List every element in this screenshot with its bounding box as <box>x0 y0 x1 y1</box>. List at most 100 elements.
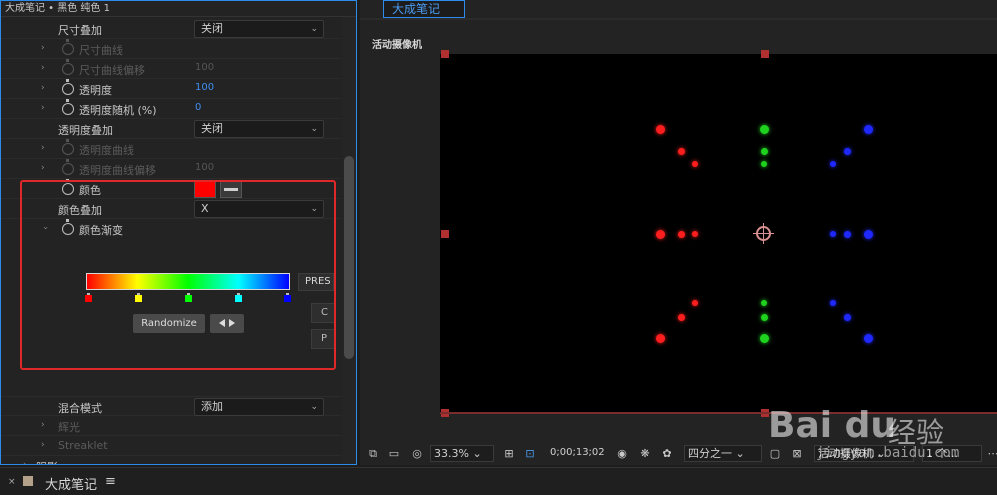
property-label: 透明度 <box>79 84 112 97</box>
chevron-down-icon: ⌄ <box>310 24 318 34</box>
region-of-interest-icon[interactable]: ⧉ <box>366 447 380 460</box>
particle-dot-blue <box>830 300 836 306</box>
opacity-random-value[interactable]: 0 <box>195 102 201 113</box>
layer-handle[interactable] <box>441 50 449 58</box>
layer-handle[interactable] <box>761 50 769 58</box>
property-label: 辉光 <box>58 421 80 434</box>
particle-dot-red <box>655 229 665 239</box>
property-label: 透明度随机 (%) <box>79 104 157 117</box>
particle-dot-blue <box>830 231 836 237</box>
chevron-down-icon: ⌄ <box>310 402 318 412</box>
timeline-footer <box>0 467 997 495</box>
property-label: 透明度曲线偏移 <box>79 164 156 177</box>
chevron-right-icon[interactable]: › <box>41 163 45 173</box>
particle-dot-blue <box>863 333 873 343</box>
watermark-url: jingyan.baidu.com <box>816 445 960 461</box>
watermark-logo: Bai du <box>768 405 897 446</box>
stopwatch-icon[interactable] <box>62 59 74 75</box>
property-row-opacity: › 透明度 100 <box>1 79 341 99</box>
particle-dot-red <box>677 147 685 155</box>
color-channel-icon[interactable]: ✿ <box>660 447 674 460</box>
resolution-dropdown[interactable]: 四分之一 ⌄ <box>684 445 762 462</box>
particle-dot-red <box>692 300 698 306</box>
property-label: 阴影 <box>36 459 58 464</box>
property-row-blend-mode: 混合模式 添加 ⌄ <box>1 396 341 416</box>
property-row-size-overlay: 尺寸叠加 关闭 ⌄ <box>1 19 341 39</box>
close-icon[interactable]: × <box>8 477 16 487</box>
property-label: 尺寸曲线偏移 <box>79 64 145 77</box>
particle-dot-green <box>761 300 767 306</box>
property-value[interactable]: 100 <box>195 162 214 173</box>
stopwatch-icon[interactable] <box>62 79 74 95</box>
property-label: Streaklet <box>58 439 108 452</box>
scrollbar-thumb[interactable] <box>344 156 354 359</box>
effect-controls-panel: 大成笔记 • 黑色 纯色 1 尺寸叠加 关闭 ⌄ › 尺寸曲线 › 尺寸曲线偏移 … <box>0 0 357 465</box>
chevron-right-icon[interactable]: › <box>23 460 27 464</box>
menu-icon[interactable]: ≡ <box>105 474 116 489</box>
particle-dot-green <box>760 313 768 321</box>
particle-dot-blue <box>863 229 873 239</box>
property-label: 混合模式 <box>58 402 102 415</box>
opacity-overlay-dropdown[interactable]: 关闭 ⌄ <box>194 120 324 138</box>
property-row-opacity-curve: › 透明度曲线 <box>1 139 341 159</box>
chevron-down-icon: ⌄ <box>310 124 318 134</box>
particle-dot-blue <box>843 147 851 155</box>
stopwatch-icon[interactable] <box>62 39 74 55</box>
opacity-value[interactable]: 100 <box>195 82 214 93</box>
chevron-right-icon[interactable]: › <box>41 63 45 73</box>
chevron-right-icon[interactable]: › <box>41 143 45 153</box>
active-camera-label: 活动摄像机 <box>372 40 422 51</box>
particle-dot-red <box>692 161 698 167</box>
chevron-right-icon[interactable]: › <box>41 103 45 113</box>
tab-divider <box>360 18 997 20</box>
fit-frame-icon[interactable]: ⊞ <box>502 447 516 460</box>
particle-dot-blue <box>843 230 851 238</box>
timeline-tab-title[interactable]: 大成笔记 <box>45 474 97 493</box>
panel-title: 大成笔记 • 黑色 纯色 1 <box>1 1 356 17</box>
stopwatch-icon[interactable] <box>62 159 74 175</box>
property-row-opacity-curve-offset: › 透明度曲线偏移 100 <box>1 159 341 179</box>
property-value[interactable]: 100 <box>195 62 214 73</box>
chevron-right-icon[interactable]: › <box>41 43 45 53</box>
timecode[interactable]: 0;00;13;02 <box>550 447 605 458</box>
property-row-glow: › 辉光 <box>1 416 341 436</box>
mask-icon[interactable]: ◎ <box>410 447 424 460</box>
chevron-right-icon[interactable]: › <box>41 440 45 450</box>
highlight-box <box>20 180 336 370</box>
particle-dot-green <box>759 333 769 343</box>
property-row-opacity-random: › 透明度随机 (%) 0 <box>1 99 341 119</box>
more-icon[interactable]: ⋯ <box>986 447 997 460</box>
property-label: 透明度曲线 <box>79 144 134 157</box>
particle-dot-green <box>760 147 768 155</box>
property-label: 尺寸叠加 <box>58 24 102 37</box>
tab-composition[interactable]: 大成笔记 <box>383 0 465 18</box>
layer-handle[interactable] <box>441 230 449 238</box>
property-row-opacity-overlay: 透明度叠加 关闭 ⌄ <box>1 119 341 139</box>
property-row-size-curve-offset: › 尺寸曲线偏移 100 <box>1 59 341 79</box>
composition-color-swatch <box>23 476 33 486</box>
particle-dot-red <box>692 231 698 237</box>
camera-snapshot-icon[interactable]: ◉ <box>615 447 629 460</box>
anchor-point-icon[interactable] <box>753 223 774 244</box>
blend-mode-dropdown[interactable]: 添加 ⌄ <box>194 398 324 416</box>
particle-dot-blue <box>863 124 873 134</box>
stopwatch-icon[interactable] <box>62 139 74 155</box>
size-overlay-dropdown[interactable]: 关闭 ⌄ <box>194 20 324 38</box>
particle-dot-green <box>759 124 769 134</box>
monitor-icon[interactable]: ▭ <box>387 447 401 460</box>
zoom-dropdown[interactable]: 33.3% ⌄ <box>430 445 494 462</box>
show-snapshot-icon[interactable]: ❋ <box>638 447 652 460</box>
property-row-size-curve: › 尺寸曲线 <box>1 39 341 59</box>
particle-dot-blue <box>830 161 836 167</box>
composition-viewer[interactable] <box>440 54 997 414</box>
property-row-streaklet: › Streaklet <box>1 436 341 456</box>
chevron-right-icon[interactable]: › <box>41 83 45 93</box>
chevron-right-icon[interactable]: › <box>41 420 45 430</box>
stopwatch-icon[interactable] <box>62 99 74 115</box>
particle-dot-red <box>677 313 685 321</box>
particle-dot-green <box>761 161 767 167</box>
property-label: 透明度叠加 <box>58 124 113 137</box>
property-row-shadow: › 阴影 <box>1 456 341 464</box>
property-label: 尺寸曲线 <box>79 44 123 57</box>
transparency-grid-icon[interactable]: ⊡ <box>523 447 537 460</box>
